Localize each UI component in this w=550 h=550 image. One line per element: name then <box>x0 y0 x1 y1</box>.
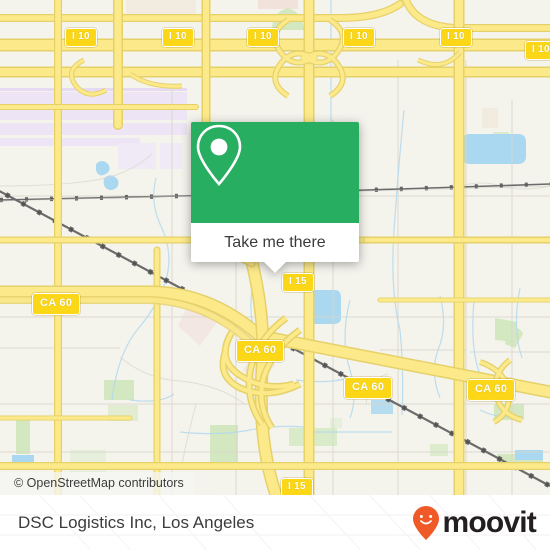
highway-shield: I 15 <box>282 273 314 292</box>
highway-shield: I 15 <box>281 478 313 495</box>
moovit-pin-icon <box>413 505 440 540</box>
highway-shield: I 10 <box>525 41 550 60</box>
footer-bar: DSC Logistics Inc, Los Angeles moovit <box>0 495 550 550</box>
highway-shield: I 10 <box>440 28 472 47</box>
highway-shield: CA 60 <box>467 379 516 401</box>
map-pin-icon <box>196 124 242 186</box>
take-me-there-label: Take me there <box>224 233 326 251</box>
highway-shield: I 10 <box>65 28 97 47</box>
map-canvas[interactable]: .rd { stroke:#fbe98a; fill:none; stroke-… <box>0 0 550 495</box>
highway-shield: CA 60 <box>32 293 81 315</box>
popup-image-panel <box>191 122 359 223</box>
moovit-brand[interactable]: moovit <box>411 505 537 541</box>
highway-shield: CA 60 <box>236 340 285 362</box>
highway-shield: CA 60 <box>344 377 393 399</box>
popup-action-bar[interactable]: Take me there <box>191 223 359 262</box>
map-screenshot: .rd { stroke:#fbe98a; fill:none; stroke-… <box>0 0 550 550</box>
osm-attribution[interactable]: © OpenStreetMap contributors <box>0 472 194 495</box>
place-title: DSC Logistics Inc, Los Angeles <box>18 512 255 532</box>
highway-shield: I 10 <box>343 28 375 47</box>
highway-shield: I 10 <box>162 28 194 47</box>
highway-shield: I 10 <box>247 28 279 47</box>
moovit-wordmark: moovit <box>442 505 536 539</box>
popup-pointer <box>263 261 287 273</box>
location-popup[interactable]: Take me there <box>191 122 359 273</box>
